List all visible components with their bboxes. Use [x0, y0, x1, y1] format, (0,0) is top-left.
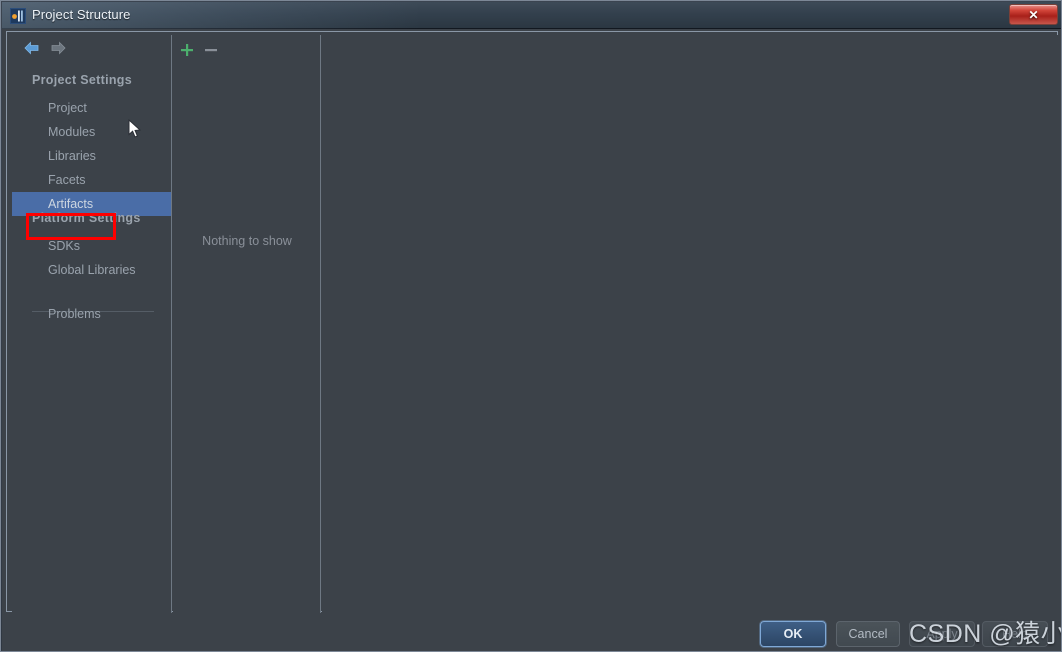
sidebar-item-modules[interactable]: Modules	[12, 120, 171, 144]
artifact-detail-panel	[322, 35, 1058, 614]
ok-button[interactable]: OK	[760, 621, 826, 647]
dialog-body: Project Settings Project Modules Librari…	[2, 29, 1061, 651]
sidebar-nav-bar	[12, 35, 171, 61]
sidebar-section-platform-settings: Platform Settings	[32, 211, 141, 225]
sidebar-item-global-libraries[interactable]: Global Libraries	[12, 258, 171, 282]
plus-icon[interactable]	[179, 42, 195, 58]
sidebar-item-facets[interactable]: Facets	[12, 168, 171, 192]
apply-button[interactable]: Apply	[909, 621, 975, 647]
empty-list-message: Nothing to show	[202, 234, 292, 248]
sidebar-section-project-settings: Project Settings	[32, 73, 132, 87]
sidebar-item-sdks[interactable]: SDKs	[12, 234, 171, 258]
content-frame: Project Settings Project Modules Librari…	[6, 31, 1058, 614]
close-icon: ✕	[1028, 7, 1039, 22]
window-title: Project Structure	[32, 7, 131, 22]
list-toolbar	[173, 35, 321, 63]
arrow-left-icon[interactable]	[24, 41, 40, 55]
settings-sidebar: Project Settings Project Modules Librari…	[12, 35, 172, 614]
arrow-right-icon[interactable]	[50, 41, 66, 55]
sidebar-item-problems[interactable]: Problems	[12, 302, 171, 326]
title-bar: Project Structure ✕	[2, 2, 1061, 29]
close-button[interactable]: ✕	[1009, 4, 1058, 25]
intellij-idea-icon	[10, 8, 26, 24]
sidebar-item-project[interactable]: Project	[12, 96, 171, 120]
artifacts-list-panel: Nothing to show	[173, 35, 321, 614]
project-structure-dialog: Project Structure ✕ Project Settings Pro…	[0, 0, 1062, 652]
minus-icon[interactable]	[203, 42, 219, 58]
dialog-button-bar: OK Cancel Apply Help	[6, 613, 1058, 650]
sidebar-item-libraries[interactable]: Libraries	[12, 144, 171, 168]
cancel-button[interactable]: Cancel	[836, 621, 900, 647]
help-button[interactable]: Help	[982, 621, 1048, 647]
